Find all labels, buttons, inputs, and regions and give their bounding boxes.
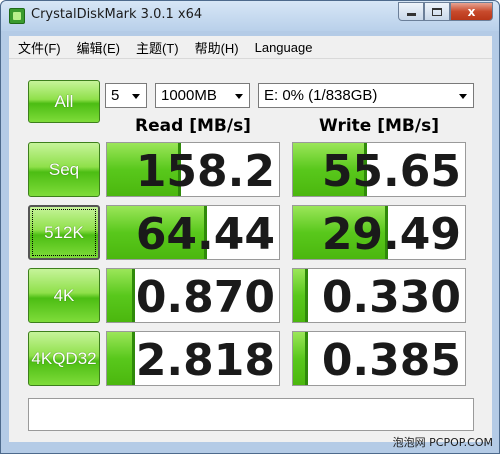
menu-edit[interactable]: 编辑(E) [68,38,127,57]
seq-write-cell: 55.65 [292,142,466,197]
512k-read-value: 64.44 [135,209,275,260]
test-count-value: 5 [111,87,120,104]
menu-theme[interactable]: 主题(T) [127,38,186,57]
minimize-button[interactable] [398,2,424,21]
4k-qd32-write-value: 0.385 [321,335,461,386]
minimize-icon [406,13,416,16]
4k-read-cell: 0.870 [106,268,280,323]
seq-read-value: 158.2 [135,146,275,197]
window-title: CrystalDiskMark 3.0.1 x64 [31,7,203,22]
test-count-select[interactable]: 5 [105,83,147,108]
4k-qd32-read-bar [107,332,135,385]
crystaldiskmark-app-icon [9,8,25,24]
chevron-down-icon [235,94,243,99]
4k-button[interactable]: 4K [28,268,100,323]
test-size-value: 1000MB [161,87,217,104]
maximize-icon [432,7,442,16]
close-button[interactable]: x [450,2,493,21]
drive-value: E: 0% (1/838GB) [264,87,378,104]
comment-field[interactable] [28,398,474,431]
512k-write-value: 29.49 [321,209,461,260]
4k-qd32-button-label: 4K [31,349,53,368]
512k-read-cell: 64.44 [106,205,280,260]
menu-help[interactable]: 帮助(H) [186,38,246,57]
4k-qd32-write-bar [293,332,309,385]
4k-button-label: 4K [53,286,75,305]
menu-language[interactable]: Language [246,40,320,55]
512k-write-cell: 29.49 [292,205,466,260]
4k-write-value: 0.330 [321,272,461,323]
seq-read-cell: 158.2 [106,142,280,197]
4k-qd32-button-label: QD32 [52,349,97,368]
4k-qd32-read-value: 2.818 [135,335,275,386]
512k-button-label: 512K [44,223,84,242]
4k-read-value: 0.870 [135,272,275,323]
seq-write-value: 55.65 [321,146,461,197]
maximize-button[interactable] [424,2,450,21]
4k-qd32-write-cell: 0.385 [292,331,466,386]
4k-write-cell: 0.330 [292,268,466,323]
test-size-select[interactable]: 1000MB [155,83,250,108]
all-button[interactable]: All [28,80,100,123]
4k-read-bar [107,269,135,322]
512k-button[interactable]: 512K [28,205,100,260]
4k-write-bar [293,269,309,322]
seq-button-label: Seq [48,160,80,179]
title-bar[interactable]: CrystalDiskMark 3.0.1 x64 x [1,1,499,31]
4k-qd32-read-cell: 2.818 [106,331,280,386]
main-panel: All 5 1000MB E: 0% (1/838GB) Read [MB/s]… [9,59,492,442]
menu-bar: 文件(F) 编辑(E) 主题(T) 帮助(H) Language [9,36,492,59]
caption-buttons: x [398,2,493,21]
menu-file[interactable]: 文件(F) [9,38,68,57]
4k-qd32-button[interactable]: 4K QD32 [28,331,100,386]
chevron-down-icon [459,94,467,99]
drive-select[interactable]: E: 0% (1/838GB) [258,83,474,108]
watermark: 泡泡网 PCPOP.COM [392,436,493,449]
close-icon: x [467,4,476,19]
read-column-header: Read [MB/s] [135,116,251,136]
seq-button[interactable]: Seq [28,142,100,197]
chevron-down-icon [132,94,140,99]
app-window: CrystalDiskMark 3.0.1 x64 x 文件(F) 编辑(E) … [0,0,500,454]
write-column-header: Write [MB/s] [319,116,439,136]
